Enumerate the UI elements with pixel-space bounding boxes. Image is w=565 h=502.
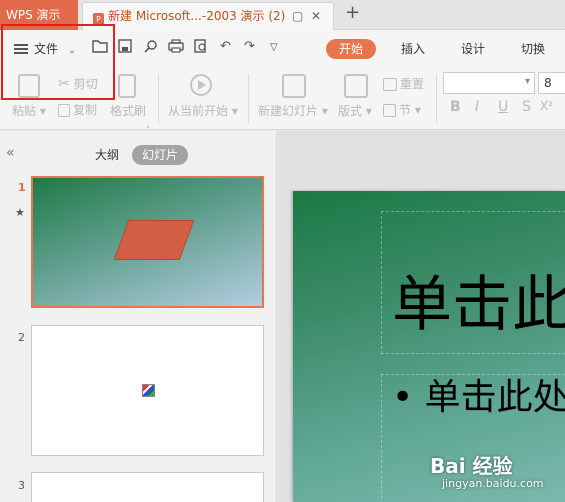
- copy-icon: [58, 104, 70, 117]
- baidu-watermark: Bai 经验 jingyan.baidu.com: [430, 450, 544, 490]
- slide-thumbnail-3[interactable]: [31, 472, 264, 502]
- format-painter-button[interactable]: 格式刷: [110, 102, 146, 119]
- play-icon: [190, 74, 212, 96]
- superscript-button[interactable]: X²: [540, 99, 553, 113]
- copy-button[interactable]: 复制: [58, 101, 97, 118]
- print-preview-icon[interactable]: [194, 39, 208, 57]
- section-icon: [383, 104, 396, 117]
- strikethrough-button[interactable]: S: [522, 99, 531, 115]
- tab-design[interactable]: 设计: [453, 39, 493, 59]
- baidu-logo: Bai 经验: [430, 454, 513, 478]
- restore-icon[interactable]: ▢: [292, 3, 303, 29]
- new-slide-button[interactable]: 新建幻灯片 ▾: [258, 102, 328, 119]
- font-size-select[interactable]: 8: [538, 72, 565, 94]
- section-button[interactable]: 节 ▾: [383, 101, 421, 118]
- separator: [158, 74, 159, 124]
- layout-icon: [344, 74, 368, 98]
- document-title: 新建 Microsoft...-2003 演示 (2): [108, 9, 286, 23]
- play-from-current-button[interactable]: 从当前开始 ▾: [168, 102, 238, 119]
- reset-button[interactable]: 重置: [383, 75, 424, 92]
- dialog-launcher-icon[interactable]: ⌟: [146, 120, 150, 129]
- redo-icon[interactable]: ↷: [244, 39, 255, 54]
- slide-number: 2: [18, 331, 25, 344]
- highlight-box: [1, 24, 115, 100]
- new-slide-icon: [282, 74, 306, 98]
- find-icon[interactable]: [144, 39, 158, 57]
- broken-image-icon: [142, 384, 155, 397]
- undo-icon[interactable]: ↶: [220, 39, 231, 54]
- save-icon[interactable]: [118, 39, 132, 57]
- bullet-placeholder-text: • 单击此处: [392, 377, 565, 418]
- watermark-url: jingyan.baidu.com: [442, 477, 544, 490]
- slide-thumbnail-2[interactable]: [31, 325, 264, 456]
- parallelogram-shape: [113, 220, 195, 260]
- separator: [248, 74, 249, 124]
- reset-icon: [383, 78, 397, 91]
- bold-button[interactable]: B: [450, 99, 461, 115]
- animation-star-icon: ★: [15, 206, 25, 219]
- tab-home[interactable]: 开始: [326, 39, 377, 59]
- format-painter-icon: [118, 74, 136, 98]
- tab-insert[interactable]: 插入: [393, 39, 433, 59]
- tab-outline[interactable]: 大纲: [95, 145, 119, 165]
- underline-button[interactable]: U: [498, 99, 508, 115]
- app-name: WPS 演示: [6, 8, 61, 22]
- slide-number: 3: [18, 479, 25, 492]
- close-icon[interactable]: ✕: [311, 3, 321, 29]
- font-name-select[interactable]: ▾: [443, 72, 535, 94]
- customize-toolbar-icon[interactable]: ▽: [270, 42, 278, 53]
- slide-number: 1: [18, 181, 26, 194]
- layout-button[interactable]: 版式 ▾: [338, 102, 372, 119]
- slide-panel: « 大纲 幻灯片 1 ★ 2 3: [0, 131, 277, 502]
- chevron-down-icon: ▾: [524, 76, 530, 87]
- title-placeholder-text: 单击此: [392, 270, 565, 340]
- tab-transitions[interactable]: 切换: [513, 39, 553, 59]
- paste-button[interactable]: 粘贴 ▾: [12, 102, 46, 119]
- italic-button[interactable]: I: [475, 99, 479, 115]
- document-tab[interactable]: P 新建 Microsoft...-2003 演示 (2) ▢ ✕: [82, 2, 334, 30]
- tab-slides[interactable]: 幻灯片: [132, 145, 189, 165]
- print-icon[interactable]: [168, 39, 184, 57]
- slide-thumbnail-1[interactable]: [31, 176, 264, 308]
- new-tab-button[interactable]: +: [345, 2, 360, 23]
- separator: [436, 74, 437, 124]
- collapse-panel-icon[interactable]: «: [6, 145, 15, 161]
